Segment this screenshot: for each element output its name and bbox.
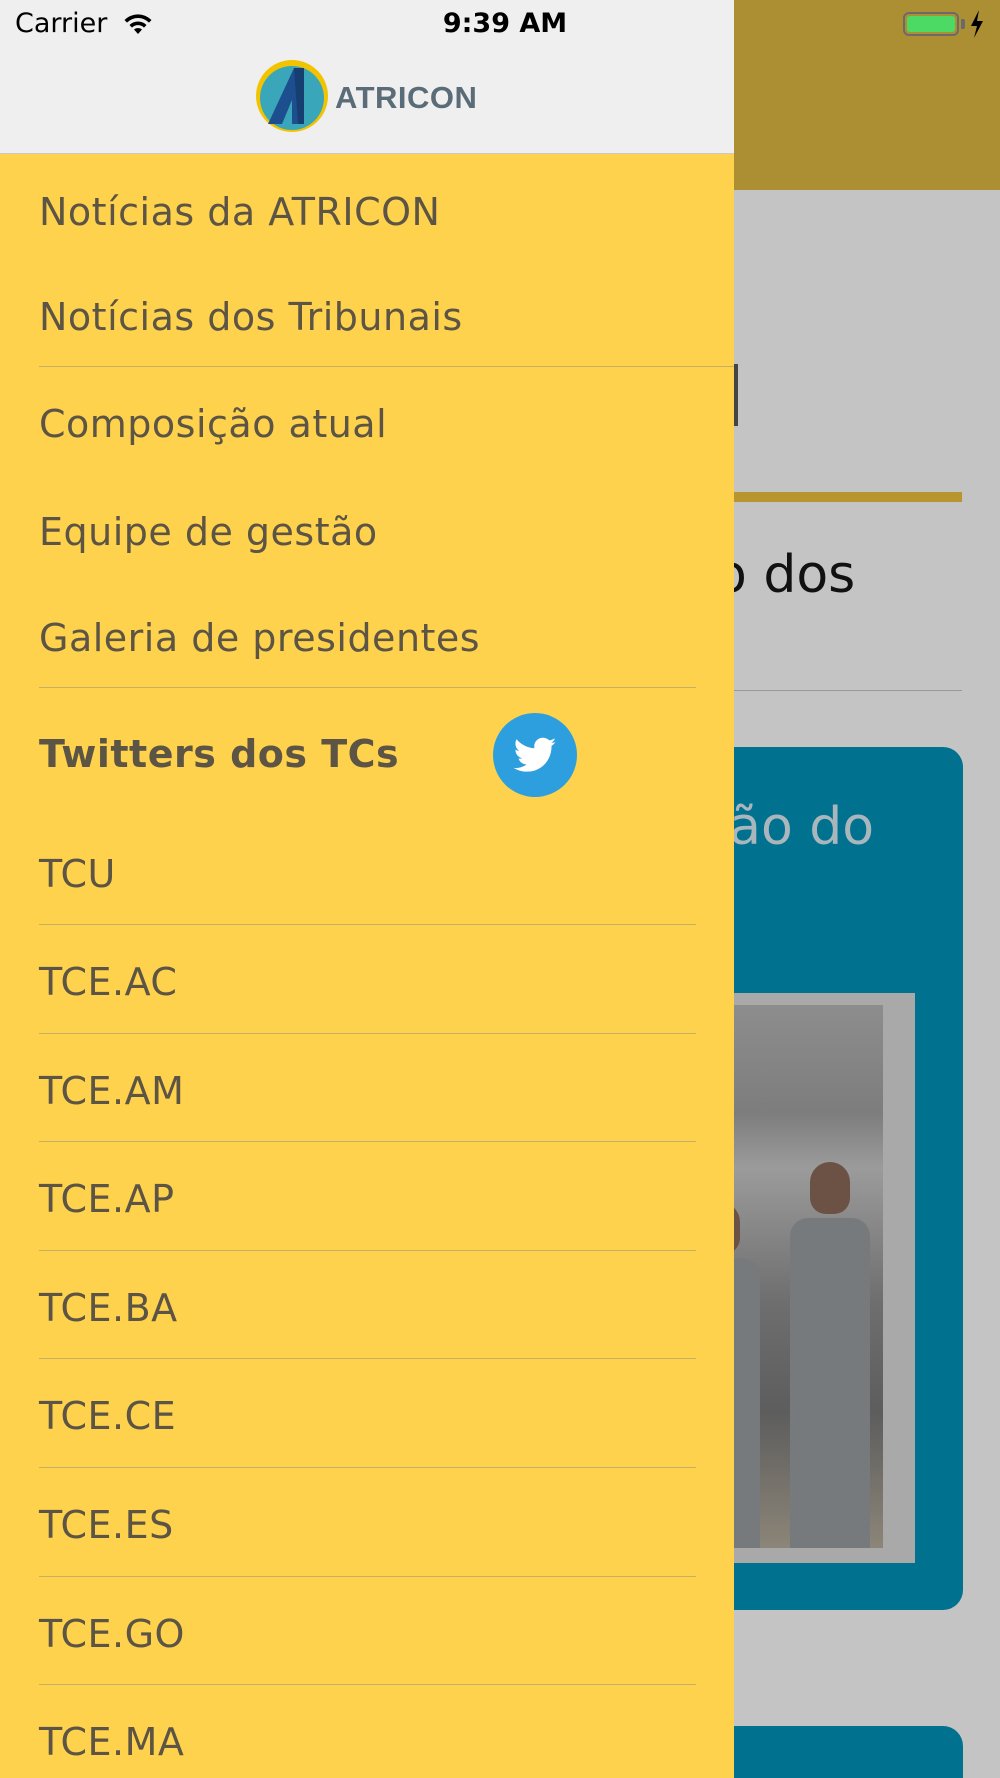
twitter-bird-icon xyxy=(493,713,577,797)
list-divider xyxy=(39,924,696,925)
menu-item-composicao-atual[interactable]: Composição atual xyxy=(39,402,387,446)
menu-item-galeria-presidentes[interactable]: Galeria de presidentes xyxy=(39,616,480,660)
photo-person xyxy=(790,1162,870,1548)
background-heading: o dos xyxy=(715,545,856,605)
twitter-item-tce-ac[interactable]: TCE.AC xyxy=(39,960,177,1004)
list-divider xyxy=(39,1358,696,1359)
background-divider xyxy=(734,690,962,691)
menu-divider xyxy=(39,366,734,367)
list-divider xyxy=(39,1576,696,1577)
twitter-item-tce-go[interactable]: TCE.GO xyxy=(39,1612,185,1656)
list-divider xyxy=(39,1467,696,1468)
twitter-item-tce-es[interactable]: TCE.ES xyxy=(39,1503,174,1547)
charging-bolt-icon xyxy=(971,10,983,38)
twitter-item-tce-ba[interactable]: TCE.BA xyxy=(39,1286,178,1330)
background-accent-rule xyxy=(734,492,962,502)
twitter-item-tce-ma[interactable]: TCE.MA xyxy=(39,1720,184,1764)
status-time: 9:39 AM xyxy=(442,8,568,39)
twitter-section-title: Twitters dos TCs xyxy=(39,732,400,776)
twitter-item-tce-ce[interactable]: TCE.CE xyxy=(39,1394,176,1438)
background-input-edge xyxy=(734,364,738,426)
menu-item-equipe-gestao[interactable]: Equipe de gestão xyxy=(39,510,378,554)
atricon-logo-mark xyxy=(256,60,328,132)
list-divider xyxy=(39,1033,696,1034)
list-divider xyxy=(39,1684,696,1685)
twitter-item-tcu[interactable]: TCU xyxy=(39,852,116,896)
atricon-logo: ATRICON xyxy=(254,58,484,138)
twitter-item-tce-am[interactable]: TCE.AM xyxy=(39,1069,184,1113)
menu-divider xyxy=(39,687,696,688)
twitter-item-tce-ap[interactable]: TCE.AP xyxy=(39,1177,175,1221)
battery-cap xyxy=(961,19,965,29)
menu-item-noticias-atricon[interactable]: Notícias da ATRICON xyxy=(39,190,440,234)
status-bar: Carrier 9:39 AM xyxy=(0,0,1000,50)
navigation-drawer: ATRICON Notícias da ATRICON Notícias dos… xyxy=(0,0,734,1778)
list-divider xyxy=(39,1250,696,1251)
logo-text: ATRICON xyxy=(335,80,478,115)
list-divider xyxy=(39,1141,696,1142)
menu-item-noticias-tribunais[interactable]: Notícias dos Tribunais xyxy=(39,295,463,339)
battery-icon xyxy=(903,12,959,36)
